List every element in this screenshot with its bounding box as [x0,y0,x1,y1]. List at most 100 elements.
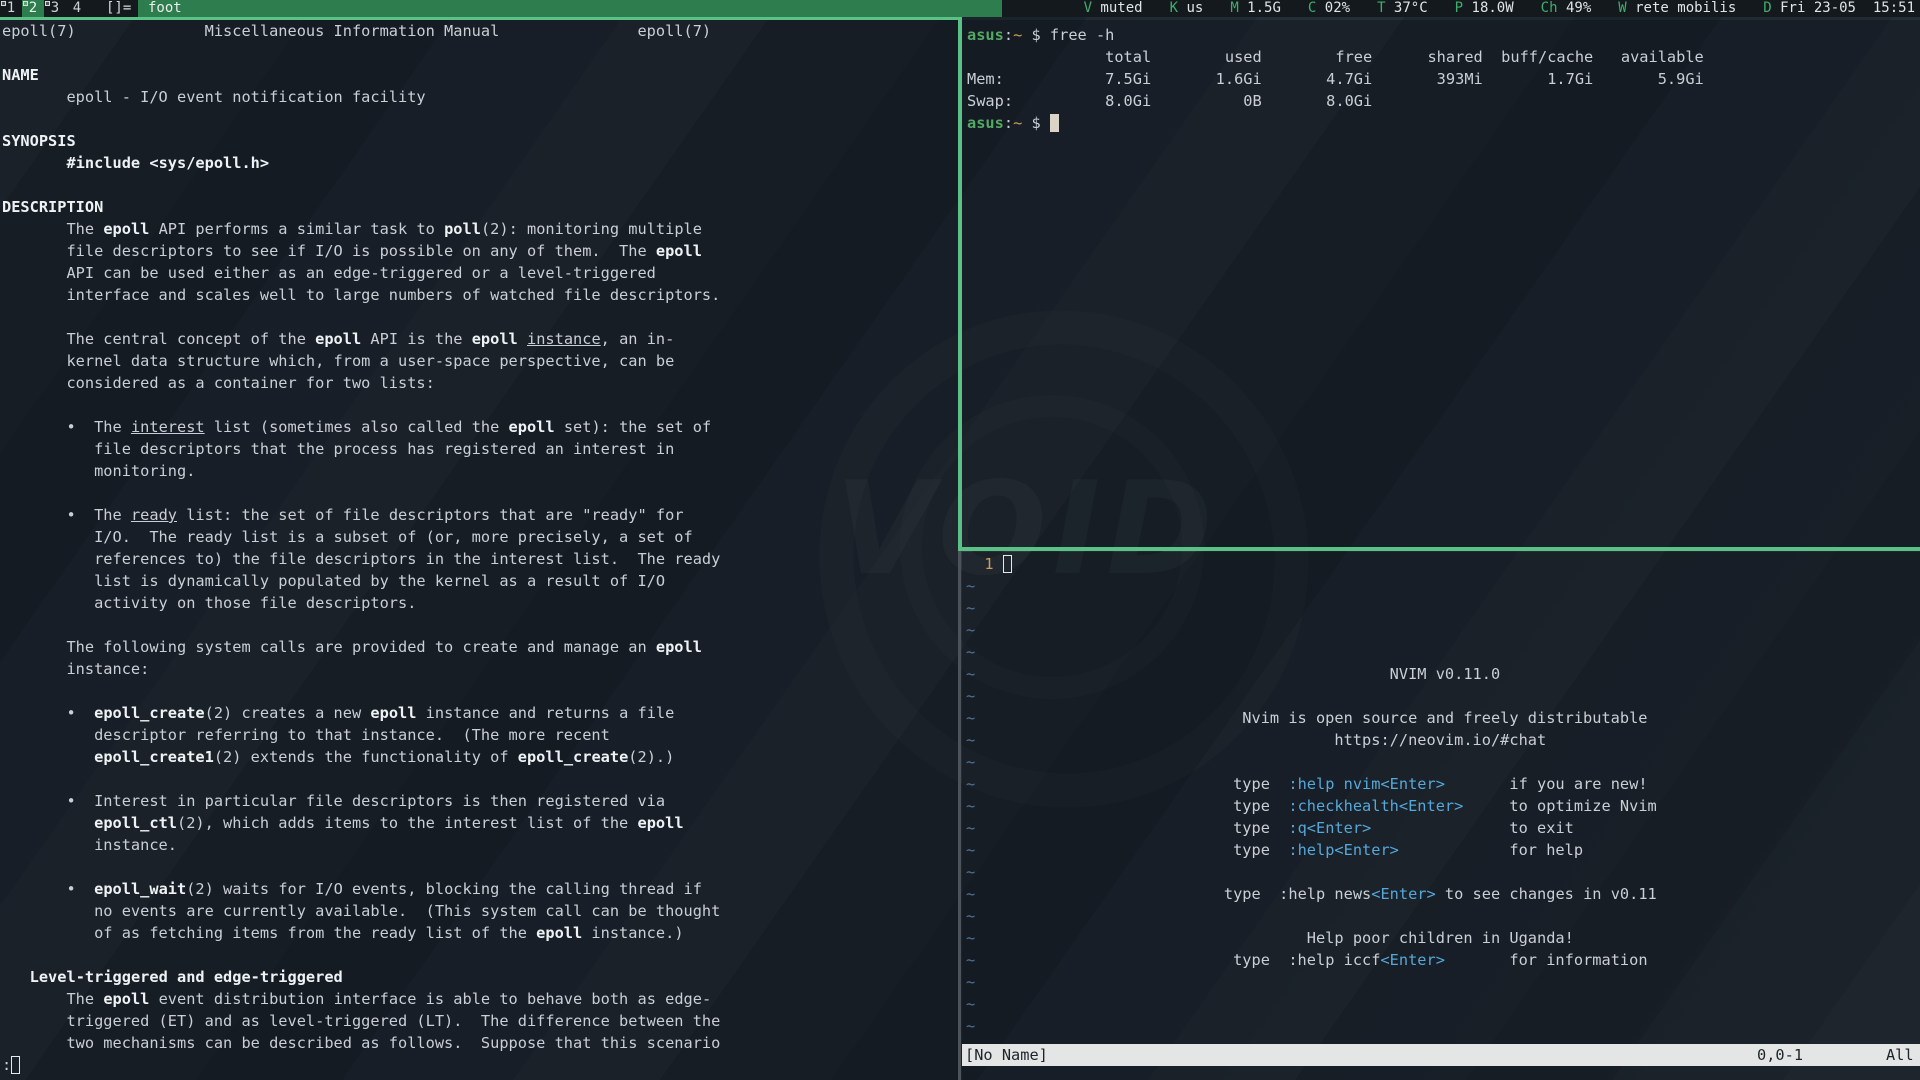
nvim-empty-line: ~ [966,641,1920,663]
status-item-M: M 1.5G [1230,0,1281,17]
man-page-line [2,394,958,416]
man-page-line: epoll - I/O event notification facility [2,86,958,108]
workspace-label: 3 [51,0,59,16]
man-page-line: The following system calls are provided … [2,636,958,658]
man-page-line: interface and scales well to large numbe… [2,284,958,306]
man-page-line: NAME [2,64,958,86]
hollow-cursor [11,1056,20,1074]
man-page-line [2,482,958,504]
man-page-line: of as fetching items from the ready list… [2,922,958,944]
status-item-key: M [1230,0,1238,16]
man-page-line [2,614,958,636]
nvim-empty-line: ~ [966,1015,1920,1037]
man-page-line: list is dynamically populated by the ker… [2,570,958,592]
block-cursor [1050,114,1059,132]
status-item-key: W [1618,0,1626,16]
man-page-line: epoll_ctl(2), which adds items to the in… [2,812,958,834]
hollow-cursor [1003,555,1012,573]
man-page-line: instance: [2,658,958,680]
free-output-line: total used free shared buff/cache availa… [967,46,1920,68]
workspace-label: 2 [29,0,37,16]
shell-prompt-line: asus:~ $ free -h [967,24,1920,46]
nvim-intro-line: ~ type :q<Enter> to exit [966,817,1920,839]
workspace-occupied-marker [1,1,6,6]
nvim-intro-line: ~ type :help news<Enter> to see changes … [966,883,1920,905]
nvim-intro-line: ~ type :checkhealth<Enter> to optimize N… [966,795,1920,817]
nvim-empty-line: ~ [966,619,1920,641]
status-item-D: D Fri 23-05 15:51 [1763,0,1915,17]
workspace-button-2[interactable]: 2 [22,0,44,17]
status-item-value: 18.0W [1463,0,1514,16]
nvim-window[interactable]: 1 ~~~~~ NVIM v0.11.0~~ Nvim is open sour… [962,552,1920,1080]
nvim-intro-line: ~ type :help iccf<Enter> for information [966,949,1920,971]
nvim-intro-line: ~ Nvim is open source and freely distrib… [966,707,1920,729]
nvim-intro-line: ~ https://neovim.io/#chat [966,729,1920,751]
man-page-line [2,306,958,328]
man-page-line: The epoll event distribution interface i… [2,988,958,1010]
status-item-value: 1.5G [1239,0,1281,16]
nvim-buffer: 1 ~~~~~ NVIM v0.11.0~~ Nvim is open sour… [966,553,1920,1037]
man-page-line: references to) the file descriptors in t… [2,548,958,570]
status-item-key: V [1084,0,1092,16]
desktop: VOID 1234 []= foot V mutedK usM 1.5GC 02… [0,0,1920,1080]
man-page-line: • The interest list (sometimes also call… [2,416,958,438]
status-item-value: us [1178,0,1203,16]
workspace-button-1[interactable]: 1 [0,0,22,17]
status-item-value: 37°C [1386,0,1428,16]
man-page-terminal[interactable]: epoll(7) Miscellaneous Information Manua… [0,18,958,1080]
underbar-border-line [0,17,962,20]
man-page-line: triggered (ET) and as level-triggered (L… [2,1010,958,1032]
man-page-line: API can be used either as an edge-trigge… [2,262,958,284]
nvim-intro-line: ~ NVIM v0.11.0 [966,663,1920,685]
nvim-empty-line: ~ [966,993,1920,1015]
status-item-T: T 37°C [1377,0,1428,17]
man-page-line: The epoll API performs a similar task to… [2,218,958,240]
nvim-buffer-line: 1 [966,553,1920,575]
status-item-K: K us [1170,0,1204,17]
man-page-line: • epoll_wait(2) waits for I/O events, bl… [2,878,958,900]
workspace-button-3[interactable]: 3 [44,0,66,17]
man-page-line [2,680,958,702]
man-page-line: DESCRIPTION [2,196,958,218]
nvim-intro-line: ~ type :help nvim<Enter> if you are new! [966,773,1920,795]
man-page-line: no events are currently available. (This… [2,900,958,922]
focused-window-bottom-border [958,547,1920,551]
status-item-key: T [1377,0,1385,16]
status-item-V: V muted [1084,0,1143,17]
nvim-intro-line: ~ type :help<Enter> for help [966,839,1920,861]
status-item-key: K [1170,0,1178,16]
man-page-line: file descriptors that the process has re… [2,438,958,460]
nvim-empty-line: ~ [966,575,1920,597]
nvim-empty-line: ~ [966,971,1920,993]
man-page-line [2,856,958,878]
layout-symbol[interactable]: []= [106,0,138,17]
status-item-value: rete mobilis [1627,0,1737,16]
shell-prompt-line: asus:~ $ [967,112,1920,134]
workspace-label: 4 [73,0,81,16]
man-page-line: SYNOPSIS [2,130,958,152]
status-item-value: 02% [1316,0,1350,16]
man-page-line: • The ready list: the set of file descri… [2,504,958,526]
man-page-line [2,108,958,130]
status-item-P: P 18.0W [1455,0,1514,17]
status-item-value: Fri 23-05 15:51 [1772,0,1915,16]
man-page-line: activity on those file descriptors. [2,592,958,614]
nvim-empty-line: ~ [966,597,1920,619]
man-page-line: epoll_create1(2) extends the functionali… [2,746,958,768]
nvim-statusline: [No Name] 0,0-1 All [962,1044,1920,1066]
man-page-line: kernel data structure which, from a user… [2,350,958,372]
free-output-line: Swap: 8.0Gi 0B 8.0Gi [967,90,1920,112]
status-modules: V mutedK usM 1.5GC 02%T 37°CP 18.0WCh 49… [1084,0,1920,17]
man-page-line: considered as a container for two lists: [2,372,958,394]
status-item-C: C 02% [1308,0,1350,17]
nvim-empty-line: ~ [966,905,1920,927]
nvim-empty-line: ~ [966,861,1920,883]
man-page-line: file descriptors to see if I/O is possib… [2,240,958,262]
man-page-line: two mechanisms can be described as follo… [2,1032,958,1054]
shell-terminal[interactable]: asus:~ $ free -h total used free shared … [962,20,1920,547]
status-item-value: 49% [1558,0,1592,16]
man-page-line [2,768,958,790]
status-item-W: W rete mobilis [1618,0,1736,17]
man-page-line: epoll(7) Miscellaneous Information Manua… [2,20,958,42]
workspace-button-4[interactable]: 4 [66,0,88,17]
